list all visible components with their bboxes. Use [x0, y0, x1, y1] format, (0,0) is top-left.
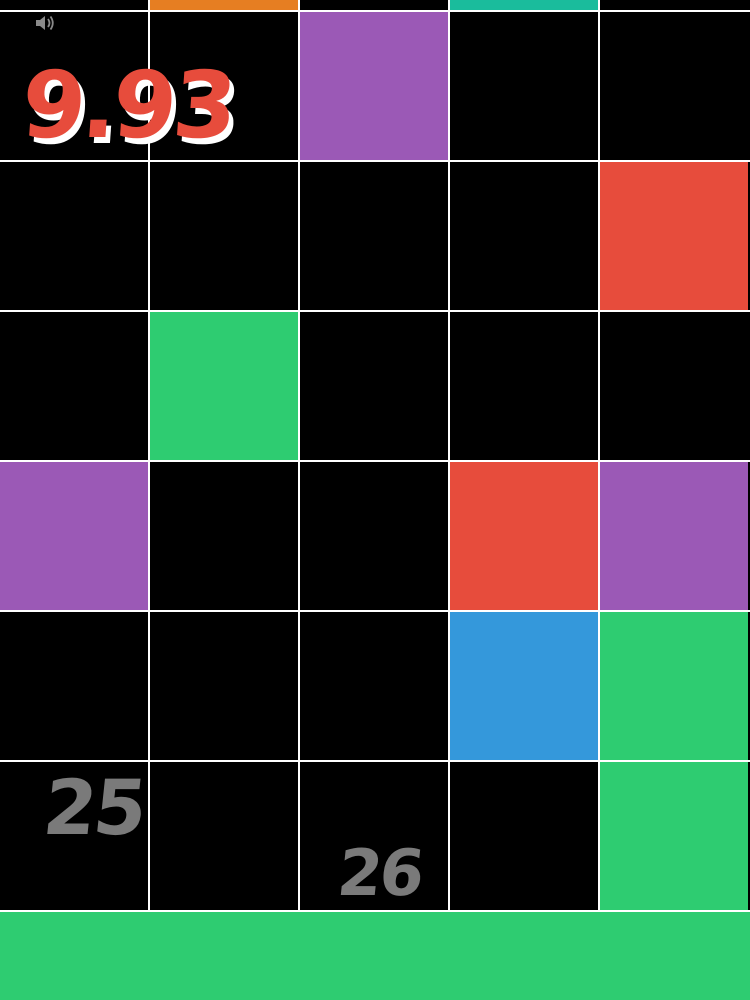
- top-strip-tile[interactable]: [150, 0, 298, 10]
- grid-line-horizontal: [0, 10, 750, 12]
- colored-tile[interactable]: [450, 462, 598, 610]
- colored-tile[interactable]: [600, 612, 748, 760]
- colored-tile[interactable]: [0, 462, 148, 610]
- grid-line-horizontal: [0, 760, 750, 762]
- grid-line-horizontal: [0, 160, 750, 162]
- colored-tile[interactable]: [150, 312, 298, 460]
- colored-tile[interactable]: [600, 762, 748, 910]
- empty-tile[interactable]: [300, 312, 448, 460]
- empty-tile[interactable]: [450, 162, 598, 310]
- empty-tile[interactable]: [0, 162, 148, 310]
- empty-tile[interactable]: [450, 12, 598, 160]
- empty-tile[interactable]: [150, 162, 298, 310]
- grid-line-vertical: [448, 0, 450, 912]
- empty-tile[interactable]: [150, 462, 298, 610]
- grid-line-horizontal: [0, 310, 750, 312]
- grid-line-vertical: [298, 0, 300, 912]
- bottom-bar: [0, 912, 750, 1000]
- tile-number-label: 26: [334, 837, 425, 911]
- empty-tile[interactable]: [0, 312, 148, 460]
- top-strip-tile[interactable]: [450, 0, 598, 10]
- grid-line-horizontal: [0, 460, 750, 462]
- empty-tile[interactable]: [0, 612, 148, 760]
- empty-tile[interactable]: [300, 462, 448, 610]
- colored-tile[interactable]: [300, 12, 448, 160]
- tile-number-label: 25: [39, 763, 149, 852]
- empty-tile[interactable]: [150, 612, 298, 760]
- empty-tile[interactable]: [300, 162, 448, 310]
- empty-tile[interactable]: [600, 12, 748, 160]
- empty-tile[interactable]: [150, 762, 298, 910]
- empty-tile[interactable]: [450, 762, 598, 910]
- empty-tile[interactable]: [300, 612, 448, 760]
- colored-tile[interactable]: [600, 462, 748, 610]
- colored-tile[interactable]: [600, 162, 748, 310]
- timer-display: 9.93: [18, 52, 237, 159]
- grid-line-horizontal: [0, 610, 750, 612]
- grid-line-vertical: [598, 0, 600, 912]
- speaker-icon[interactable]: [34, 13, 56, 33]
- empty-tile[interactable]: [600, 312, 748, 460]
- empty-tile[interactable]: [450, 312, 598, 460]
- colored-tile[interactable]: [450, 612, 598, 760]
